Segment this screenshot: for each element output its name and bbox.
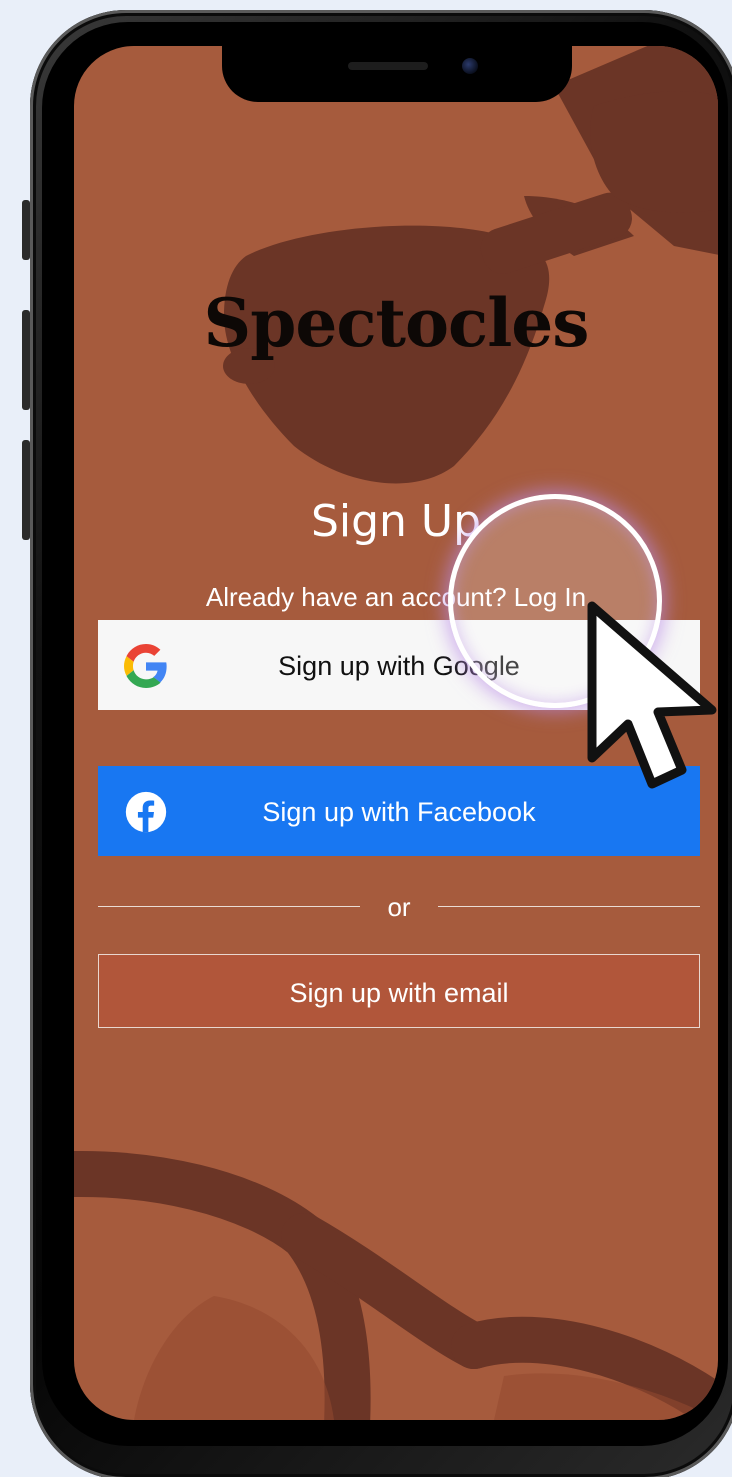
facebook-signup-label: Sign up with Facebook [262,797,536,827]
divider-line-right [438,906,700,907]
phone-notch [222,46,572,102]
divider-text: or [387,892,411,922]
speaker-grille [348,62,428,70]
volume-down-button [22,440,30,540]
mute-switch [22,200,30,260]
sunglasses-silhouette [223,46,718,484]
or-divider: or [98,888,700,924]
email-signup-label: Sign up with email [289,978,509,1008]
front-camera [462,58,478,74]
email-signup-button[interactable]: Sign up with email [98,954,700,1028]
stage: Spectocles Sign Up Already have an accou… [0,0,732,1477]
volume-up-button [22,310,30,410]
mouse-pointer-icon [587,601,717,789]
brand-logo-text: Spectocles [203,284,590,362]
